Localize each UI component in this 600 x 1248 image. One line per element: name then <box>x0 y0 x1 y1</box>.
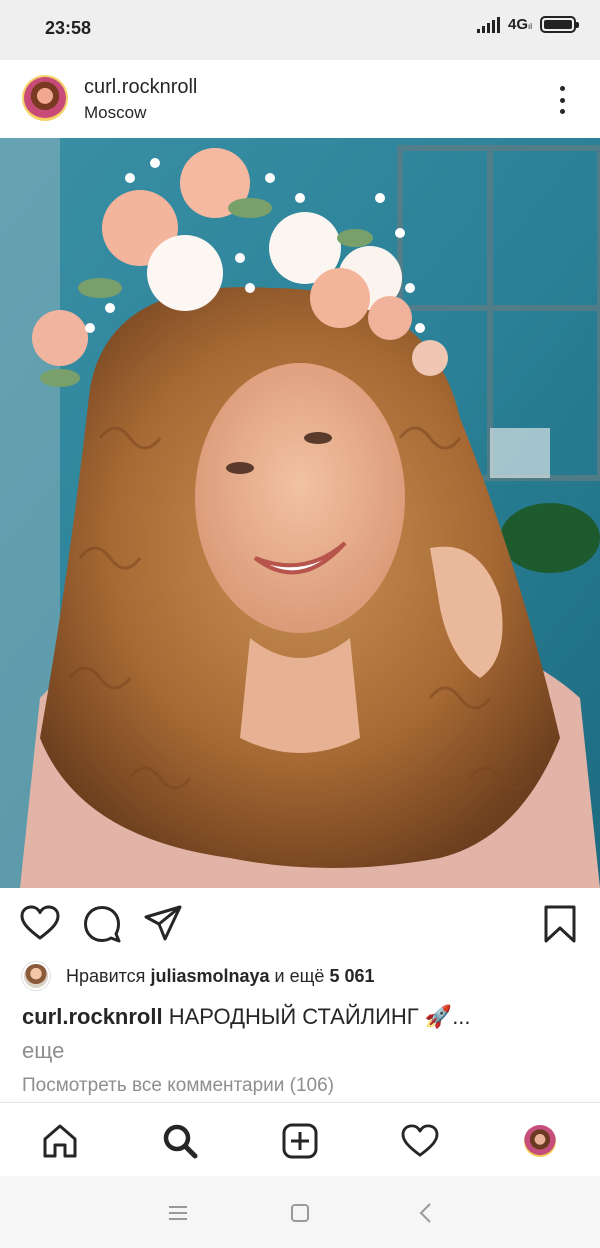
post-actions <box>0 888 600 958</box>
status-bar: 23:58 4Gıl <box>0 0 600 60</box>
avatar[interactable] <box>22 75 68 121</box>
more-options-icon[interactable] <box>550 86 574 114</box>
post-caption: curl.rocknroll НАРОДНЫЙ СТАЙЛИНГ 🚀... ещ… <box>22 1000 582 1068</box>
view-comments-link[interactable]: Посмотреть все комментарии (106) <box>22 1075 334 1097</box>
search-icon[interactable] <box>160 1121 200 1161</box>
likes-row[interactable]: Нравится juliasmolnaya и ещё 5 061 <box>22 961 374 991</box>
signal-icon <box>476 16 500 33</box>
heart-icon[interactable] <box>20 905 60 946</box>
caption-more-link[interactable]: еще <box>22 1038 64 1063</box>
paper-plane-icon[interactable] <box>144 905 182 946</box>
comment-icon[interactable] <box>83 905 121 948</box>
home-icon[interactable] <box>40 1121 80 1161</box>
avatar-image <box>24 77 66 119</box>
system-nav <box>0 1176 600 1248</box>
selfie-photo <box>0 138 600 888</box>
bottom-nav <box>0 1102 600 1176</box>
add-post-icon[interactable] <box>280 1121 320 1161</box>
caption-text: НАРОДНЫЙ СТАЙЛИНГ 🚀... <box>168 1004 471 1029</box>
likes-middle: и ещё <box>274 965 325 986</box>
home-square-icon[interactable] <box>287 1200 313 1226</box>
post-location[interactable]: Moscow <box>84 103 146 123</box>
battery-icon <box>540 16 579 33</box>
menu-icon[interactable] <box>165 1200 191 1226</box>
back-icon[interactable] <box>413 1200 439 1226</box>
profile-avatar-image <box>524 1125 556 1157</box>
likes-user[interactable]: juliasmolnaya <box>150 966 269 987</box>
post-username[interactable]: curl.rocknroll <box>84 76 197 99</box>
post-header: curl.rocknroll Moscow <box>0 60 600 138</box>
likes-prefix: Нравится <box>66 965 146 986</box>
liker-avatar <box>22 962 50 990</box>
network-type: 4Gıl <box>507 16 532 33</box>
caption-username[interactable]: curl.rocknroll <box>22 1004 163 1029</box>
bookmark-icon[interactable] <box>543 905 577 948</box>
battery-fill <box>544 20 572 29</box>
status-icons: 4Gıl <box>476 16 579 33</box>
likes-count[interactable]: 5 061 <box>329 966 374 987</box>
post-photo[interactable] <box>0 138 600 888</box>
status-time: 23:58 <box>45 18 92 38</box>
profile-avatar[interactable] <box>520 1121 560 1161</box>
activity-heart-icon[interactable] <box>400 1121 440 1161</box>
